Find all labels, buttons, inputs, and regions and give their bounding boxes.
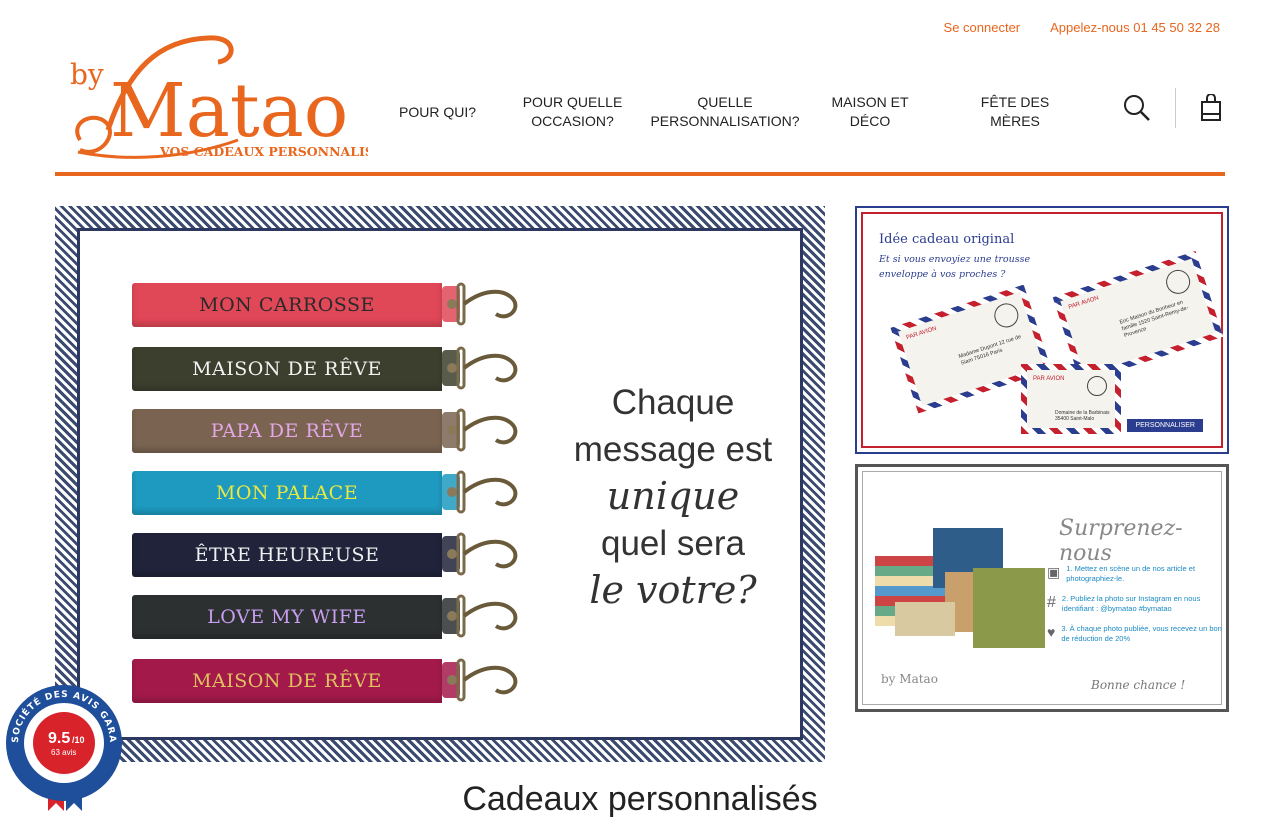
nav-item-personnalisation[interactable]: QUELLE PERSONNALISATION?	[650, 93, 800, 131]
promo1-subtitle: Et si vous envoyiez une trousse envelopp…	[879, 254, 1031, 280]
airmail-label: PAR AVION	[1067, 295, 1100, 311]
clasp-icon	[442, 594, 518, 638]
nav-item-maison-deco[interactable]: MAISON ET DÉCO	[810, 93, 930, 131]
strap-label: MON PALACE	[132, 471, 442, 515]
nav-item-occasion[interactable]: POUR QUELLE OCCASION?	[495, 93, 650, 131]
photo-tile	[895, 602, 955, 636]
hero-message: Chaque message est unique quel sera le v…	[558, 379, 788, 614]
promo2-step: 3. À chaque photo publiée, vous recevez …	[1061, 624, 1222, 643]
hero-msg-line: Chaque	[611, 383, 735, 422]
clasp-icon	[442, 282, 518, 326]
badge-score: 9.5	[48, 730, 70, 747]
strap-label: ÊTRE HEUREUSE	[132, 533, 442, 577]
envelope-address: Eric Maison du Bonheur en famille 1520 S…	[1119, 299, 1190, 340]
nav-item-pour-qui[interactable]: POUR QUI?	[380, 103, 495, 122]
promo-frame: Surprenez-nous ▣ 1. Mettez en scène un d…	[862, 471, 1222, 705]
promo2-title: Surprenez-nous	[1059, 516, 1183, 566]
review-badge[interactable]: SOCIÉTÉ DES AVIS GARANTIS 9.5 /10 63 avi…	[0, 676, 124, 813]
strap-label: PAPA DE RÊVE	[132, 409, 442, 453]
airmail-label: PAR AVION	[905, 325, 938, 342]
nav-item-fete-des-meres[interactable]: FÊTE DES MÈRES	[960, 93, 1070, 131]
lanyard-strap: LOVE MY WIFE	[132, 594, 532, 639]
hero-msg-line: le votre?	[589, 568, 757, 612]
lanyard-strap: MAISON DE RÊVE	[132, 658, 532, 703]
heart-icon: ♥	[1047, 624, 1056, 640]
hero-msg-line: unique	[606, 474, 740, 518]
lanyard-strap: MAISON DE RÊVE	[132, 346, 532, 391]
logo-by: by	[70, 58, 104, 91]
strap-label: MAISON DE RÊVE	[132, 347, 442, 391]
strap-label: LOVE MY WIFE	[132, 595, 442, 639]
lanyard-strap: MON PALACE	[132, 470, 532, 515]
logo-name: Matao	[110, 68, 348, 154]
site-logo[interactable]: by Matao VOS CADEAUX PERSONNALISÉS	[68, 30, 392, 165]
promo2-step: 1. Mettez en scène un de nos article et …	[1066, 564, 1196, 583]
promo2-signoff: Bonne chance !	[1091, 678, 1186, 692]
lanyard-strap: PAPA DE RÊVE	[132, 408, 532, 453]
strap-label: MON CARROSSE	[132, 283, 442, 327]
nav-divider	[1175, 88, 1176, 128]
top-utility-bar: Se connecter Appelez-nous 01 45 50 32 28	[944, 20, 1220, 35]
clasp-icon	[442, 470, 518, 514]
postmark-icon	[1162, 266, 1194, 298]
logo-graphic: by Matao VOS CADEAUX PERSONNALISÉS	[70, 35, 392, 159]
header-divider	[55, 172, 1225, 176]
section-heading: Cadeaux personnalisés	[462, 780, 818, 818]
clasp-icon	[442, 346, 518, 390]
postmark-icon	[1087, 376, 1107, 396]
promo2-step: 2. Publiez la photo sur Instagram en nou…	[1061, 594, 1201, 613]
hashtag-icon: #	[1047, 594, 1056, 611]
photo-tile	[973, 568, 1045, 648]
envelope-address: Madame Dupont 12 rue de Siam 75016 Paris	[957, 334, 1023, 367]
phone-link[interactable]: Appelez-nous 01 45 50 32 28	[1050, 20, 1220, 35]
envelope-pouch: PAR AVION Domaine de la Barbinais 35400 …	[1021, 364, 1121, 434]
clasp-icon	[442, 408, 518, 452]
hero-msg-line: message est	[573, 430, 773, 469]
promo-frame: Idée cadeau original Et si vous envoyiez…	[861, 212, 1224, 448]
promo2-steps: ▣ 1. Mettez en scène un de nos article e…	[1047, 564, 1223, 644]
logo-tagline: VOS CADEAUX PERSONNALISÉS	[159, 144, 368, 159]
login-link[interactable]: Se connecter	[944, 20, 1021, 35]
hero-inner: MON CARROSSE MAISON DE RÊVE PAPA DE RÊVE MO…	[77, 228, 803, 740]
nav-actions	[1123, 88, 1222, 128]
product-photo-collage	[875, 528, 1045, 654]
search-icon[interactable]	[1123, 94, 1151, 122]
promo-instagram[interactable]: Surprenez-nous ▣ 1. Mettez en scène un d…	[855, 464, 1229, 712]
promo2-brand-logo: by Matao	[881, 672, 938, 686]
promo-envelope-pouch[interactable]: Idée cadeau original Et si vous envoyiez…	[855, 206, 1229, 454]
camera-icon: ▣	[1047, 564, 1061, 580]
promo1-title: Idée cadeau original	[879, 232, 1015, 247]
hero-banner[interactable]: MON CARROSSE MAISON DE RÊVE PAPA DE RÊVE MO…	[55, 206, 825, 762]
postmark-icon	[991, 300, 1022, 331]
lanyard-strap: MON CARROSSE	[132, 282, 532, 327]
lanyard-strap: ÊTRE HEUREUSE	[132, 532, 532, 577]
personalize-button[interactable]: PERSONNALISER	[1127, 419, 1203, 432]
airmail-label: PAR AVION	[1033, 376, 1065, 382]
main-nav: POUR QUI? POUR QUELLE OCCASION? QUELLE P…	[380, 93, 1070, 131]
hero-msg-line: quel sera	[601, 524, 745, 563]
badge-scale: /10	[72, 735, 85, 745]
clasp-icon	[442, 532, 518, 576]
clasp-icon	[442, 658, 518, 702]
strap-label: MAISON DE RÊVE	[132, 659, 442, 703]
shopping-bag-icon[interactable]	[1200, 93, 1222, 122]
badge-count: 63 avis	[51, 748, 76, 757]
envelope-address: Domaine de la Barbinais 35400 Saint-Malo	[1055, 410, 1110, 422]
